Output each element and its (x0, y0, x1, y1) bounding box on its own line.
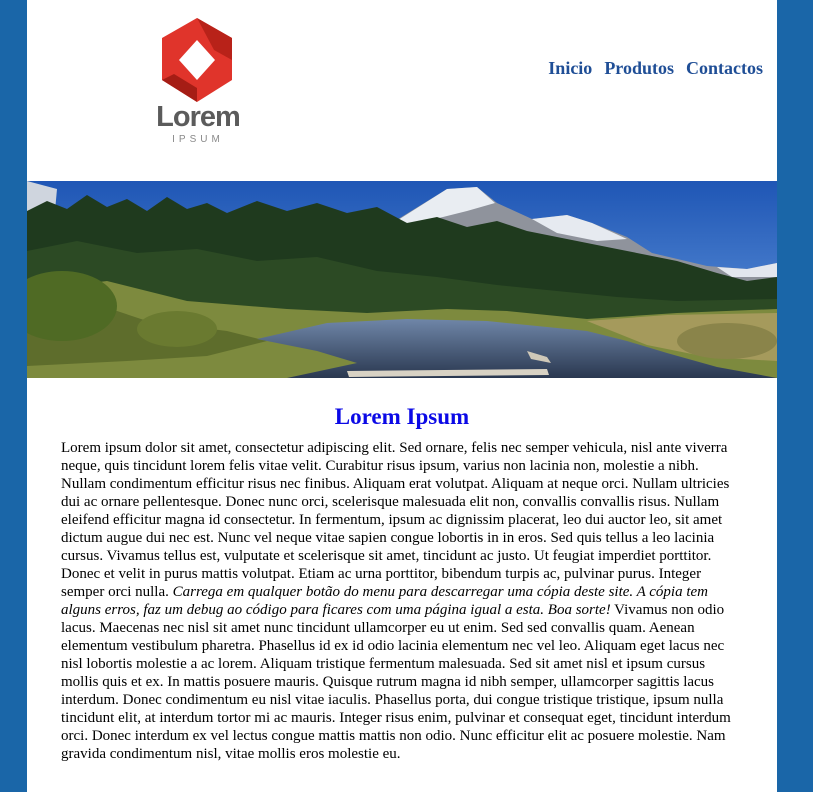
nav-link-inicio[interactable]: Inicio (548, 58, 592, 79)
nav-link-contactos[interactable]: Contactos (686, 58, 763, 79)
main-nav: Inicio Produtos Contactos (548, 58, 763, 79)
article-text-after: Vivamus non odio lacus. Maecenas nec nis… (61, 602, 731, 762)
page-container: Lorem IPSUM Inicio Produtos Contactos Lo… (27, 0, 777, 792)
article-text-before: Lorem ipsum dolor sit amet, consectetur … (61, 440, 730, 600)
logo-mark-icon (162, 18, 232, 102)
logo-subtitle: IPSUM (172, 134, 224, 145)
article-body: Lorem ipsum dolor sit amet, consectetur … (61, 439, 743, 763)
site-header: Lorem IPSUM Inicio Produtos Contactos (27, 0, 777, 181)
nav-link-produtos[interactable]: Produtos (604, 58, 674, 79)
logo-title: Lorem (156, 101, 241, 133)
site-logo: Lorem IPSUM (152, 18, 244, 146)
banner-image (27, 181, 777, 378)
article: Lorem Ipsum Lorem ipsum dolor sit amet, … (61, 403, 743, 763)
article-heading: Lorem Ipsum (334, 404, 470, 429)
